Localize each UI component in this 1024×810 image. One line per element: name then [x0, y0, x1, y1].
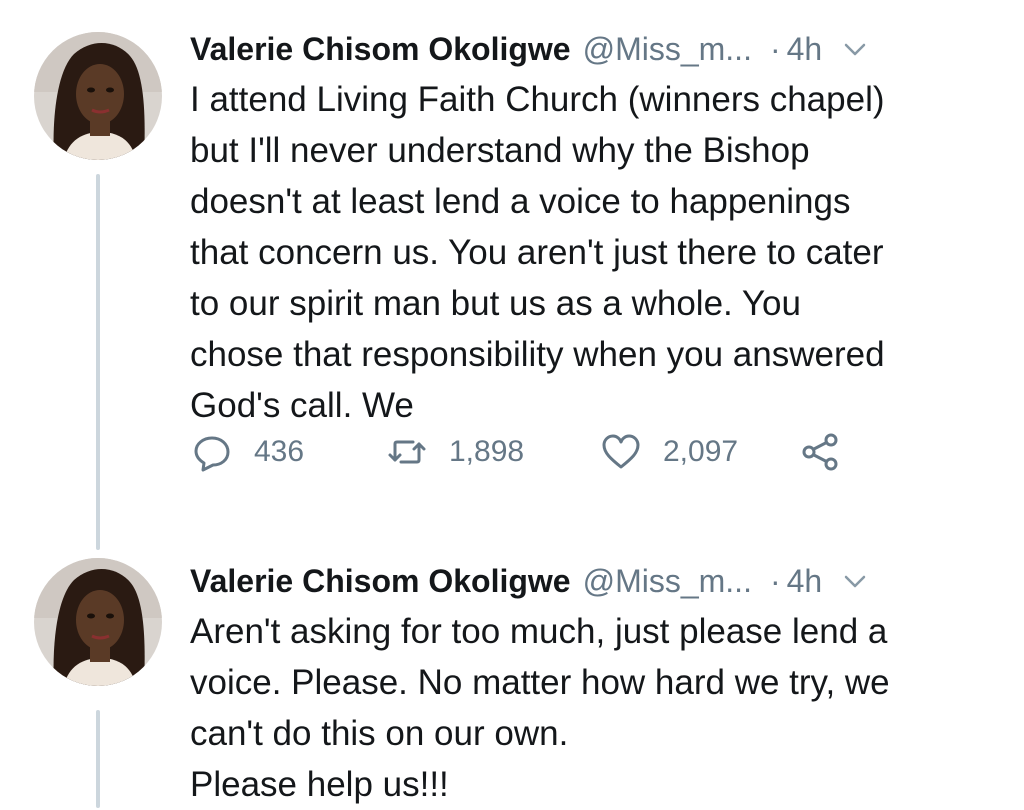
- profile-photo-icon: [34, 558, 162, 686]
- retweet-icon: [388, 440, 426, 464]
- user-handle[interactable]: @Miss_m...: [583, 556, 752, 606]
- tweet[interactable]: Valerie Chisom Okoligwe @Miss_m... · 4h …: [0, 0, 1024, 550]
- heart-icon: [602, 434, 640, 469]
- tweet-content: Valerie Chisom Okoligwe @Miss_m... · 4h …: [190, 556, 990, 810]
- user-handle[interactable]: @Miss_m...: [583, 24, 752, 74]
- timestamp[interactable]: 4h: [787, 24, 823, 74]
- reply-button[interactable]: 436: [190, 430, 385, 474]
- tweet-header: Valerie Chisom Okoligwe @Miss_m... · 4h: [190, 556, 990, 606]
- tweet[interactable]: Valerie Chisom Okoligwe @Miss_m... · 4h …: [0, 550, 1024, 808]
- share-button[interactable]: [799, 430, 843, 474]
- timestamp[interactable]: 4h: [787, 556, 823, 606]
- chevron-down-icon[interactable]: [840, 566, 870, 596]
- display-name[interactable]: Valerie Chisom Okoligwe: [190, 556, 571, 606]
- separator-dot: ·: [769, 31, 781, 67]
- tweet-actions: 436 1,898 2,097: [190, 430, 843, 474]
- separator-dot: ·: [769, 563, 781, 599]
- profile-photo-icon: [34, 32, 162, 160]
- retweet-count: 1,898: [449, 435, 525, 468]
- tweet-text: Aren't asking for too much, just please …: [190, 612, 890, 804]
- thread-line: [96, 710, 100, 808]
- avatar[interactable]: [34, 32, 162, 160]
- avatar[interactable]: [34, 558, 162, 686]
- reply-count: 436: [254, 435, 305, 468]
- tweet-text: I attend Living Faith Church (winners ch…: [190, 80, 885, 425]
- like-count: 2,097: [663, 435, 739, 468]
- like-button[interactable]: 2,097: [599, 430, 799, 474]
- share-icon: [802, 433, 838, 471]
- retweet-button[interactable]: 1,898: [385, 430, 599, 474]
- thread-line: [96, 174, 100, 550]
- tweet-header: Valerie Chisom Okoligwe @Miss_m... · 4h: [190, 24, 990, 74]
- display-name[interactable]: Valerie Chisom Okoligwe: [190, 24, 571, 74]
- tweet-content: Valerie Chisom Okoligwe @Miss_m... · 4h …: [190, 24, 990, 431]
- reply-icon: [194, 436, 230, 472]
- chevron-down-icon[interactable]: [840, 34, 870, 64]
